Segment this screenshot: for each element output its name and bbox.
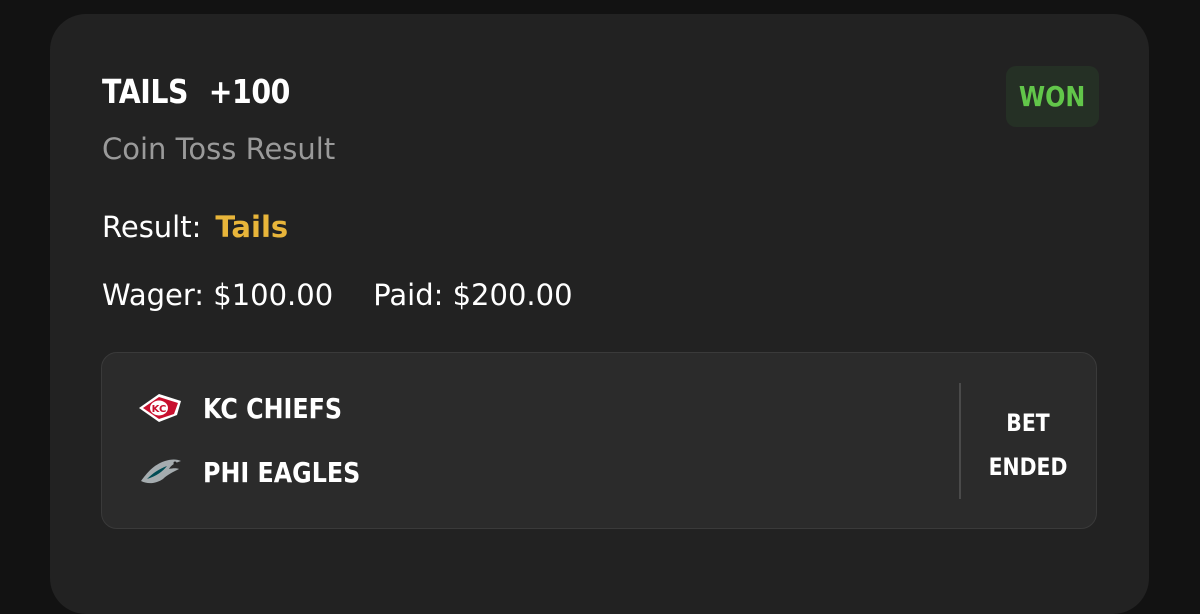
wager-value: $100.00	[213, 278, 334, 312]
status-badge-label: WON	[1019, 80, 1086, 113]
wager-label: Wager:	[102, 278, 205, 312]
team-row-kc-chiefs: KC KC CHIEFS	[137, 391, 367, 425]
bet-ended-status: BET ENDED	[972, 401, 1084, 489]
result-row: Result: Tails	[102, 210, 288, 244]
svg-text:KC: KC	[152, 404, 167, 415]
bet-odds: +100	[208, 72, 291, 111]
team-row-phi-eagles: PHI EAGLES	[137, 455, 388, 489]
paid: Paid: $200.00	[373, 278, 572, 312]
team-name: KC CHIEFS	[203, 391, 343, 425]
paid-label: Paid:	[373, 278, 444, 312]
matchup-panel[interactable]: KC KC CHIEFS PHI EAGLES BET ENDED	[101, 352, 1097, 529]
status-badge: WON	[1006, 66, 1099, 127]
wager: Wager: $100.00	[102, 278, 333, 312]
money-row: Wager: $100.00 Paid: $200.00	[102, 278, 573, 312]
bet-card[interactable]: TAILS +100 Coin Toss Result WON Result: …	[50, 14, 1149, 614]
result-value: Tails	[215, 210, 289, 244]
bet-status-line1: BET	[1006, 409, 1050, 437]
team-name: PHI EAGLES	[203, 455, 361, 489]
divider	[959, 383, 961, 499]
paid-value: $200.00	[452, 278, 573, 312]
bet-status-line2: ENDED	[988, 453, 1068, 481]
phi-eagles-logo-icon	[141, 459, 181, 484]
bet-title: TAILS +100	[102, 72, 290, 111]
bet-selection: TAILS	[102, 72, 189, 111]
kc-chiefs-logo-icon: KC	[139, 394, 181, 422]
bet-market: Coin Toss Result	[102, 132, 336, 166]
result-label: Result:	[102, 210, 202, 244]
